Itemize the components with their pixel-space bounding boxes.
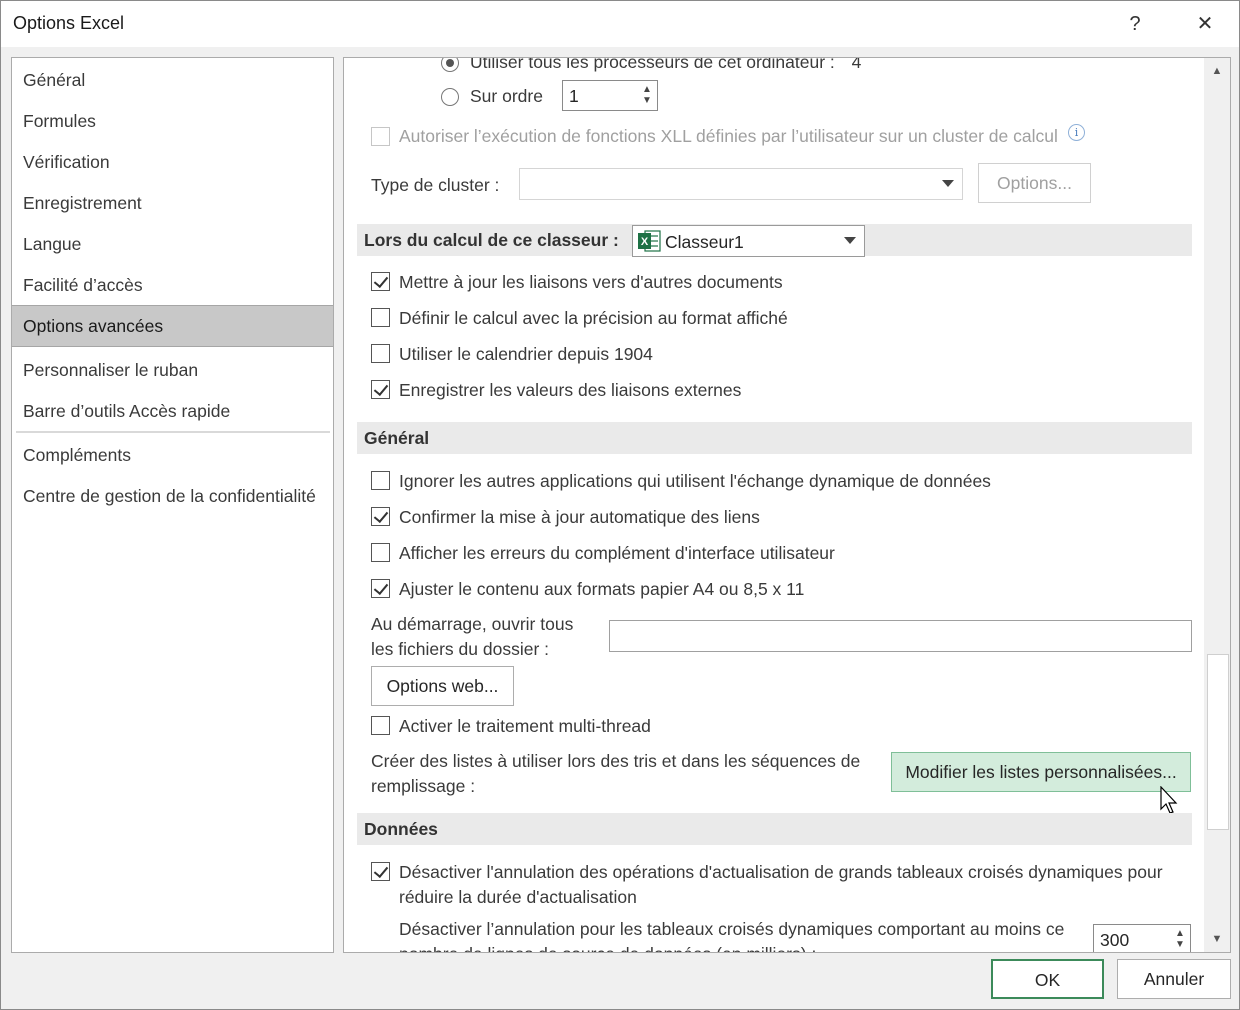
xll-cluster-label: Autoriser l’exécution de fonctions XLL d…	[399, 126, 1058, 146]
multithread-label: Activer le traitement multi-thread	[399, 716, 651, 736]
workbook-select-value: Classeur1	[665, 232, 744, 252]
sidebar-item-accessibility[interactable]: Facilité d’accès	[12, 265, 333, 305]
options-dialog: Options Excel ? ✕ Général Formules Vérif…	[0, 0, 1240, 1010]
ignore-dde-label: Ignorer les autres applications qui util…	[399, 471, 991, 491]
custom-lists-label-line2: remplissage :	[371, 776, 476, 796]
spinner-arrows-icon[interactable]: ▲ ▼	[641, 84, 653, 108]
chevron-down-icon	[942, 180, 954, 187]
pivot-min-rows-spinner[interactable]: 300 ▲ ▼	[1093, 924, 1191, 952]
scroll-up-icon[interactable]: ▲	[1204, 58, 1230, 84]
custom-lists-label-line1: Créer des listes à utiliser lors des tri…	[371, 751, 861, 771]
precision-as-displayed-checkbox[interactable]	[371, 308, 390, 327]
advanced-options-panel: Utiliser tous les processeurs de cet ord…	[343, 57, 1231, 953]
date-1904-label: Utiliser le calendrier depuis 1904	[399, 344, 653, 364]
title-bar: Options Excel ? ✕	[1, 1, 1239, 47]
multithread-checkbox[interactable]	[371, 716, 390, 735]
xll-cluster-checkbox[interactable]	[371, 127, 390, 146]
sidebar-item-language[interactable]: Langue	[12, 224, 333, 264]
scrollbar-thumb[interactable]	[1207, 654, 1229, 830]
pivot-min-rows-value: 300	[1100, 930, 1130, 950]
sidebar-nav: Général Formules Vérification Enregistre…	[11, 57, 334, 953]
mouse-cursor-icon	[1160, 786, 1178, 814]
show-addin-errors-label: Afficher les erreurs du complément d'int…	[399, 543, 835, 563]
manual-threads-label: Sur ordre	[470, 86, 543, 106]
manual-threads-value: 1	[569, 86, 579, 106]
disable-pivot-undo-label-line2: réduire la durée d'actualisation	[399, 887, 637, 907]
sidebar-item-formulas[interactable]: Formules	[12, 101, 333, 141]
confirm-auto-update-label: Confirmer la mise à jour automatique des…	[399, 507, 760, 527]
pivot-min-rows-label-line2: nombre de lignes de source de données (e…	[399, 944, 816, 952]
scale-paper-label: Ajuster le contenu aux formats papier A4…	[399, 579, 805, 599]
update-links-checkbox[interactable]	[371, 272, 390, 291]
startup-folder-input[interactable]	[609, 620, 1192, 652]
sidebar-divider	[16, 431, 330, 433]
close-button[interactable]: ✕	[1185, 9, 1225, 39]
precision-as-displayed-label: Définir le calcul avec la précision au f…	[399, 308, 788, 328]
workbook-select[interactable]: X Classeur1	[632, 225, 865, 257]
info-icon[interactable]: i	[1068, 124, 1085, 141]
window-title: Options Excel	[13, 13, 125, 33]
cluster-type-select[interactable]	[519, 168, 963, 200]
sidebar-item-advanced[interactable]: Options avancées	[12, 305, 333, 347]
all-processors-radio[interactable]	[441, 58, 459, 72]
cluster-type-label: Type de cluster :	[371, 175, 500, 195]
data-section-header: Données	[357, 813, 1192, 845]
excel-icon: X	[638, 230, 661, 252]
cluster-options-button[interactable]: Options...	[978, 163, 1091, 203]
cancel-button[interactable]: Annuler	[1117, 959, 1231, 999]
help-button[interactable]: ?	[1115, 9, 1155, 39]
confirm-auto-update-checkbox[interactable]	[371, 507, 390, 526]
sidebar-item-quick-access-toolbar[interactable]: Barre d’outils Accès rapide	[12, 391, 333, 431]
svg-text:X: X	[641, 236, 649, 248]
scroll-down-icon[interactable]: ▼	[1204, 926, 1230, 952]
sidebar-item-general[interactable]: Général	[12, 60, 333, 100]
ok-button[interactable]: OK	[991, 959, 1104, 999]
spinner-arrows-icon[interactable]: ▲ ▼	[1174, 928, 1186, 952]
scale-paper-checkbox[interactable]	[371, 579, 390, 598]
manual-threads-spinner[interactable]: 1 ▲ ▼	[562, 80, 658, 111]
workbook-calc-header-text: Lors du calcul de ce classeur :	[364, 230, 619, 250]
processor-count: 4	[851, 57, 862, 72]
startup-folder-label-line1: Au démarrage, ouvrir tous	[371, 614, 574, 634]
save-external-values-label: Enregistrer les valeurs des liaisons ext…	[399, 380, 742, 400]
sidebar-item-trust-center[interactable]: Centre de gestion de la confidentialité	[12, 476, 333, 516]
manual-threads-radio[interactable]	[441, 88, 459, 106]
sidebar-item-addins[interactable]: Compléments	[12, 435, 333, 475]
chevron-down-icon	[844, 237, 856, 244]
startup-folder-label-line2: les fichiers du dossier :	[371, 639, 549, 659]
save-external-values-checkbox[interactable]	[371, 380, 390, 399]
sidebar-item-customize-ribbon[interactable]: Personnaliser le ruban	[12, 350, 333, 390]
disable-pivot-undo-checkbox[interactable]	[371, 862, 390, 881]
web-options-button[interactable]: Options web...	[371, 666, 514, 706]
sidebar-item-save[interactable]: Enregistrement	[12, 183, 333, 223]
general-section-header: Général	[357, 422, 1192, 454]
pivot-min-rows-label-line1: Désactiver l’annulation pour les tableau…	[399, 919, 1065, 939]
ignore-dde-checkbox[interactable]	[371, 471, 390, 490]
edit-custom-lists-button[interactable]: Modifier les listes personnalisées...	[891, 752, 1191, 792]
sidebar-item-proofing[interactable]: Vérification	[12, 142, 333, 182]
content-scrollbar[interactable]: ▲ ▼	[1204, 58, 1230, 952]
update-links-label: Mettre à jour les liaisons vers d'autres…	[399, 272, 783, 292]
all-processors-label-text: Utiliser tous les processeurs de cet ord…	[470, 57, 835, 72]
show-addin-errors-checkbox[interactable]	[371, 543, 390, 562]
disable-pivot-undo-label-line1: Désactiver l'annulation des opérations d…	[399, 862, 1163, 882]
all-processors-label: Utiliser tous les processeurs de cet ord…	[470, 57, 862, 73]
date-1904-checkbox[interactable]	[371, 344, 390, 363]
